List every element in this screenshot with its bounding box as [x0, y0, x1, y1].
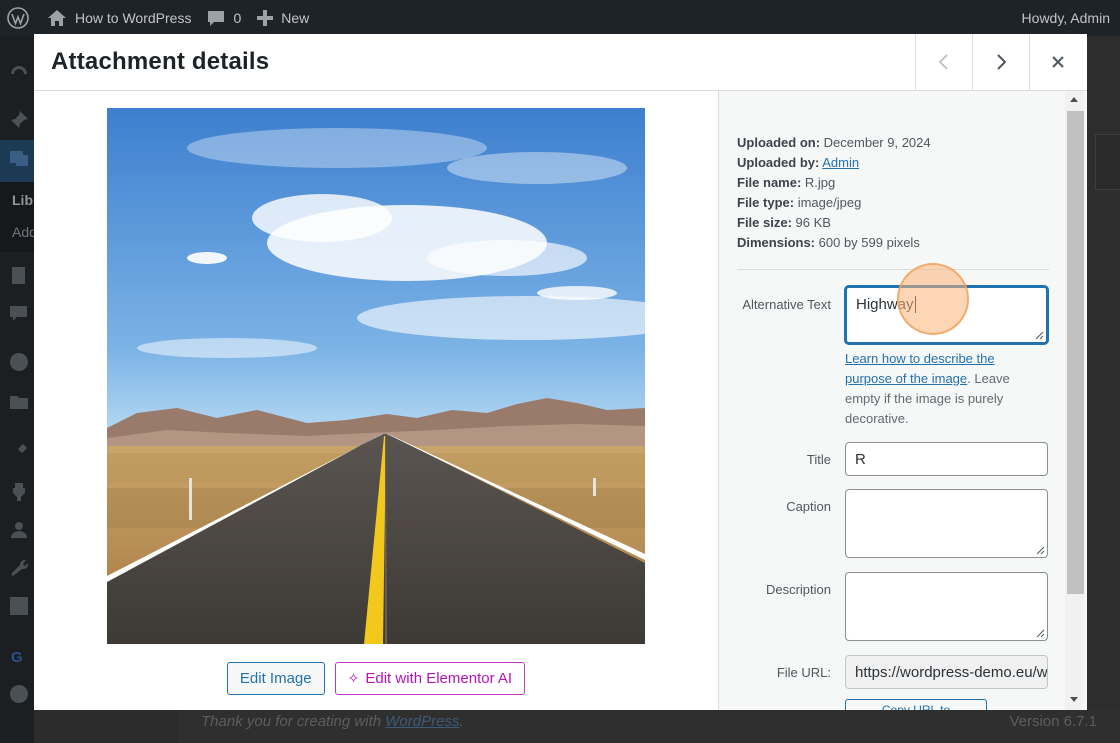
comments-link[interactable]: 0 [199, 0, 249, 36]
scrollbar-thumb[interactable] [1067, 111, 1084, 594]
alt-text-label: Alternative Text [742, 297, 831, 312]
uploaded-on: Uploaded on: December 9, 2024 [737, 135, 931, 150]
sidebar-library-label: Lib [12, 192, 33, 208]
settings-icon [9, 596, 29, 616]
file-url-label: File URL: [776, 665, 831, 680]
media-action-buttons: Edit Image ✧ Edit with Elementor AI [34, 662, 718, 695]
resize-handle-icon[interactable] [1034, 330, 1044, 340]
copy-url-button[interactable]: Copy URL to clipboard [845, 699, 987, 710]
edit-image-button[interactable]: Edit Image [226, 662, 325, 695]
metadata-divider [737, 269, 1049, 270]
svg-text:G: G [11, 649, 23, 666]
pages-icon [9, 266, 29, 286]
admin-footer-dimmed [34, 709, 1120, 743]
click-indicator [897, 263, 969, 335]
alt-text-help: Learn how to describe the purpose of the… [845, 351, 1010, 426]
pin-icon [9, 110, 29, 130]
users-icon [9, 520, 29, 540]
resize-handle-icon[interactable] [1035, 628, 1045, 638]
file-type: File type: image/jpeg [737, 195, 862, 210]
modal-title: Attachment details [51, 48, 270, 75]
plugins-icon [9, 482, 29, 502]
attachment-image [107, 108, 645, 644]
footer-version: Version 6.7.1 [1009, 713, 1097, 730]
footer-wordpress-link: WordPress [385, 713, 460, 730]
dashboard-icon [9, 60, 29, 80]
caption-label: Caption [786, 499, 831, 514]
home-icon [48, 10, 66, 26]
new-content-link[interactable]: New [249, 0, 317, 36]
attachment-details-sidebar: Uploaded on: December 9, 2024 Uploaded b… [718, 91, 1087, 710]
appearance-icon [9, 442, 29, 462]
admin-content-dimmed [1087, 36, 1120, 743]
attachment-details-modal: Attachment details Edit Image ✧ Edit wit… [34, 34, 1087, 710]
description-textarea[interactable] [845, 572, 1048, 641]
resize-handle-icon[interactable] [1035, 545, 1045, 555]
dimensions: Dimensions: 600 by 599 pixels [737, 235, 920, 250]
file-metadata: Uploaded on: December 9, 2024 Uploaded b… [737, 133, 1057, 253]
site-name-link[interactable]: How to WordPress [39, 0, 199, 36]
comments-icon [9, 304, 29, 324]
scroll-up-icon[interactable] [1070, 97, 1078, 102]
site-name: How to WordPress [75, 10, 192, 26]
comment-icon [208, 10, 225, 26]
wordpress-logo-icon[interactable] [0, 0, 39, 36]
scroll-down-icon[interactable] [1070, 697, 1078, 702]
modal-header: Attachment details [34, 34, 1087, 91]
admin-bar: How to WordPress 0 New Howdy, Admin [0, 0, 1120, 36]
sparkle-icon: ✧ [347, 670, 360, 686]
uploaded-by: Uploaded by: Admin [737, 155, 860, 170]
media-icon [9, 148, 29, 168]
comments-count: 0 [233, 10, 242, 26]
previous-attachment-button[interactable] [915, 34, 972, 90]
uploader-link[interactable]: Admin [822, 155, 859, 170]
close-modal-button[interactable] [1029, 34, 1086, 90]
file-url-input[interactable]: https://wordpress-demo.eu/wp-content/upl… [845, 655, 1048, 689]
next-attachment-button[interactable] [972, 34, 1029, 90]
chevron-right-icon [997, 54, 1007, 70]
description-label: Description [765, 582, 831, 597]
media-preview-area: Edit Image ✧ Edit with Elementor AI [34, 91, 718, 710]
caption-textarea[interactable] [845, 489, 1048, 558]
collapse-menu-icon [9, 684, 29, 704]
folder-icon [9, 392, 29, 412]
title-label: Title [806, 452, 831, 467]
plus-icon [257, 10, 274, 26]
file-size: File size: 96 KB [737, 215, 831, 230]
details-scrollbar[interactable] [1065, 91, 1084, 710]
title-input[interactable]: R [845, 442, 1048, 476]
elementor-icon [9, 352, 29, 372]
footer-thanks: Thank you for creating with WordPress. [201, 713, 464, 730]
admin-sidebar-dimmed: Lib Add G [0, 36, 37, 743]
new-label: New [281, 10, 310, 26]
file-name: File name: R.jpg [737, 175, 836, 190]
tools-icon [9, 558, 29, 578]
chevron-left-icon [938, 54, 948, 70]
user-greeting[interactable]: Howdy, Admin [1014, 0, 1120, 36]
extension-icon: G [9, 646, 29, 666]
close-icon [1052, 56, 1064, 68]
edit-with-elementor-ai-button[interactable]: ✧ Edit with Elementor AI [334, 662, 526, 695]
